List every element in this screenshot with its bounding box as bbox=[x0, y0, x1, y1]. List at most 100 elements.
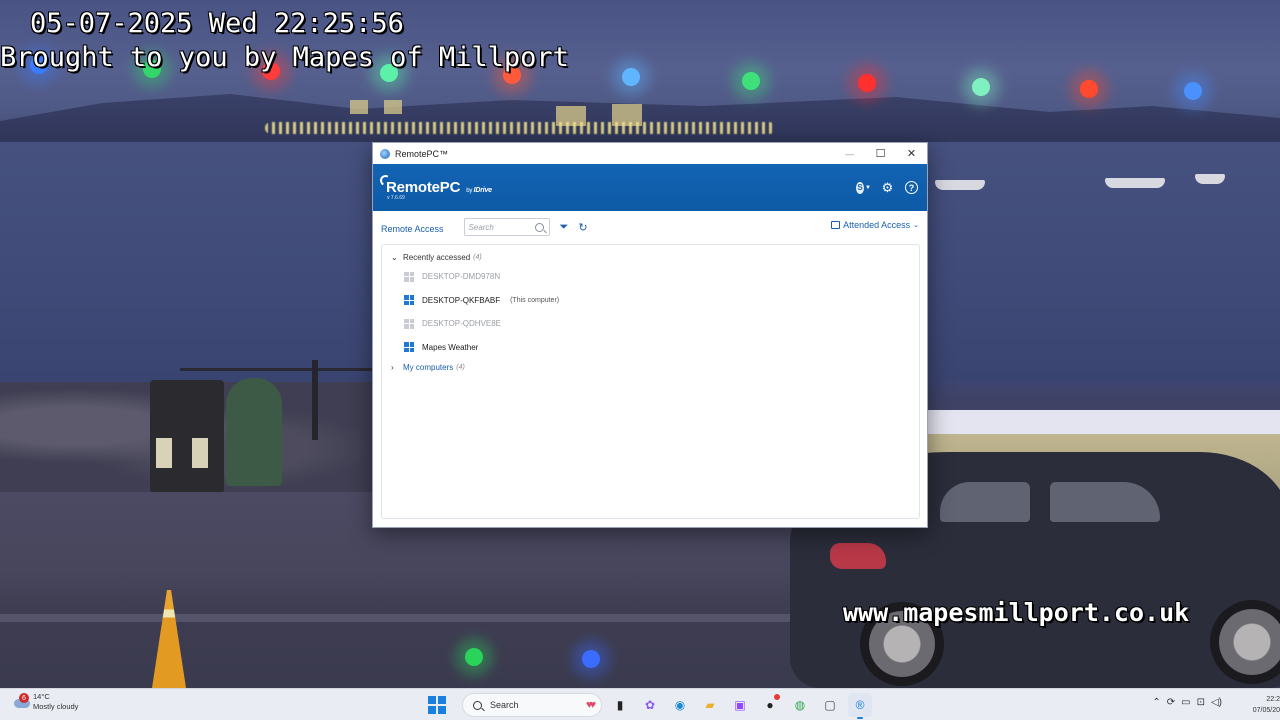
clock-date: 07/05/20 bbox=[1252, 707, 1280, 714]
list-item[interactable]: Mapes Weather bbox=[382, 336, 919, 360]
computer-list: ⌄ Recently accessed (4) DESKTOP-DMD978N … bbox=[381, 244, 920, 519]
taskbar-apps: Search ♥♥ ▮ ✿ ◉ ▰ ▣ ● ◍ ▢ ® bbox=[428, 692, 872, 719]
system-tray: ⌃ ⟳ ▭ ⊡ ◁) bbox=[1152, 697, 1222, 708]
account-menu[interactable]: S ▼ bbox=[856, 180, 871, 195]
windows-icon bbox=[404, 318, 414, 329]
group-my-computers[interactable]: › My computers (4) bbox=[382, 359, 919, 375]
chevron-down-icon: ⌄ bbox=[913, 222, 919, 229]
obs-icon[interactable]: ● bbox=[758, 693, 782, 717]
twitch-icon[interactable]: ▣ bbox=[728, 693, 752, 717]
network-icon[interactable]: ⊡ bbox=[1197, 697, 1205, 708]
attended-access-icon bbox=[831, 221, 841, 229]
string-light bbox=[742, 72, 760, 90]
start-icon[interactable] bbox=[428, 696, 446, 714]
camera-website: www.mapesmillport.co.uk bbox=[843, 598, 1190, 627]
railing bbox=[180, 368, 375, 371]
chrome-icon[interactable]: ◍ bbox=[788, 693, 812, 717]
app-header: RemotePC by IDrive v 7.6.69 S ▼ ⚙ ? bbox=[373, 164, 927, 211]
search-icon bbox=[473, 700, 482, 710]
refresh-icon[interactable]: ↻ bbox=[578, 221, 587, 234]
attended-access-menu[interactable]: Attended Access ⌄ bbox=[831, 220, 919, 230]
window-controls: — ☐ ✕ bbox=[834, 143, 927, 164]
string-light bbox=[1184, 82, 1202, 100]
help-button[interactable]: ? bbox=[904, 180, 919, 195]
maximize-button[interactable]: ☐ bbox=[865, 143, 896, 164]
boat bbox=[935, 180, 985, 190]
recycling-bin bbox=[226, 378, 282, 486]
computer-name: DESKTOP-DMD978N bbox=[422, 272, 501, 282]
gear-icon[interactable]: ⚙ bbox=[880, 180, 895, 195]
list-item[interactable]: DESKTOP-QKFBABF (This computer) bbox=[382, 289, 919, 313]
weather-widget[interactable]: 6 14°C Mostly cloudy bbox=[12, 692, 78, 712]
cloud-icon: 6 bbox=[12, 693, 30, 710]
task-view-icon[interactable]: ▮ bbox=[608, 693, 632, 717]
group-recently-accessed[interactable]: ⌄ Recently accessed (4) bbox=[382, 249, 919, 265]
building bbox=[384, 100, 402, 114]
weather-temperature: 14°C bbox=[33, 692, 50, 701]
string-light bbox=[858, 74, 876, 92]
search-input[interactable]: Search bbox=[463, 218, 550, 236]
group-count: (4) bbox=[456, 363, 465, 371]
string-light bbox=[622, 68, 640, 86]
computer-name: DESKTOP-QDHVE8E bbox=[422, 319, 501, 329]
windows-icon bbox=[404, 295, 414, 306]
group-count: (4) bbox=[473, 253, 482, 261]
camera-credit: Brought to you by Mapes of Millport bbox=[0, 42, 569, 73]
remotepc-window: RemotePC™ — ☐ ✕ RemotePC by IDrive v 7.6… bbox=[372, 142, 928, 528]
computer-name: Mapes Weather bbox=[422, 342, 479, 352]
windows-icon bbox=[404, 271, 414, 282]
close-button[interactable]: ✕ bbox=[896, 143, 927, 164]
logo-text: RemotePC bbox=[386, 179, 461, 196]
file-explorer-icon[interactable]: ▰ bbox=[698, 693, 722, 717]
building bbox=[350, 100, 368, 114]
clock-time: 22:2 bbox=[1266, 696, 1280, 703]
string-light bbox=[465, 648, 483, 666]
chevron-down-icon: ▼ bbox=[865, 184, 871, 191]
list-item[interactable]: DESKTOP-DMD978N bbox=[382, 265, 919, 289]
taskbar-clock[interactable]: 22:2 07/05/20 bbox=[1246, 694, 1280, 716]
help-icon: ? bbox=[905, 181, 918, 194]
minimize-button[interactable]: — bbox=[834, 143, 865, 164]
shore-lights bbox=[265, 122, 775, 134]
logo-byline: by IDrive bbox=[466, 187, 492, 194]
list-item[interactable]: DESKTOP-QDHVE8E bbox=[382, 312, 919, 336]
title-bar[interactable]: RemotePC™ — ☐ ✕ bbox=[373, 143, 927, 164]
remotepc-logo: RemotePC by IDrive bbox=[378, 173, 492, 196]
string-light bbox=[972, 78, 990, 96]
window-app-icon[interactable]: ▢ bbox=[818, 693, 842, 717]
taskbar: 6 14°C Mostly cloudy Search ♥♥ ▮ ✿ ◉ ▰ ▣… bbox=[0, 688, 1280, 720]
search-icon bbox=[534, 222, 544, 232]
group-label: My computers bbox=[403, 362, 454, 372]
edge-icon[interactable]: ◉ bbox=[668, 693, 692, 717]
copilot-icon[interactable]: ✿ bbox=[638, 693, 662, 717]
weather-description: Mostly cloudy bbox=[33, 702, 79, 711]
computer-name: DESKTOP-QKFBABF bbox=[422, 295, 501, 305]
tab-remote-access[interactable]: Remote Access bbox=[381, 224, 444, 234]
railing-post bbox=[312, 360, 318, 440]
string-light bbox=[1080, 80, 1098, 98]
chevron-up-icon[interactable]: ⌃ bbox=[1152, 697, 1160, 708]
filter-icon[interactable]: ⏷ bbox=[560, 221, 569, 234]
chevron-down-icon: ⌄ bbox=[391, 252, 398, 262]
volume-icon[interactable]: ◁) bbox=[1211, 697, 1222, 708]
account-icon: S bbox=[856, 181, 865, 194]
windows-icon bbox=[404, 342, 414, 353]
taskbar-search[interactable]: Search ♥♥ bbox=[462, 693, 602, 717]
boat bbox=[1105, 178, 1165, 188]
header-actions: S ▼ ⚙ ? bbox=[856, 180, 927, 195]
remotepc-app-icon bbox=[380, 148, 390, 159]
sync-icon[interactable]: ⟳ bbox=[1167, 697, 1175, 708]
window-title: RemotePC™ bbox=[395, 148, 449, 159]
boat bbox=[1195, 174, 1225, 184]
group-label: Recently accessed bbox=[403, 252, 471, 262]
litter-bin bbox=[150, 380, 224, 492]
remotepc-taskbar-icon[interactable]: ® bbox=[848, 693, 872, 719]
taskbar-search-label: Search bbox=[490, 700, 519, 710]
attended-access-label: Attended Access bbox=[843, 220, 911, 230]
search-highlight-icon: ♥♥ bbox=[585, 699, 596, 711]
display-icon[interactable]: ▭ bbox=[1181, 697, 1190, 708]
chevron-right-icon: › bbox=[391, 362, 394, 372]
string-light bbox=[582, 650, 600, 668]
car-taillight bbox=[830, 543, 886, 569]
search-placeholder: Search bbox=[468, 222, 494, 232]
